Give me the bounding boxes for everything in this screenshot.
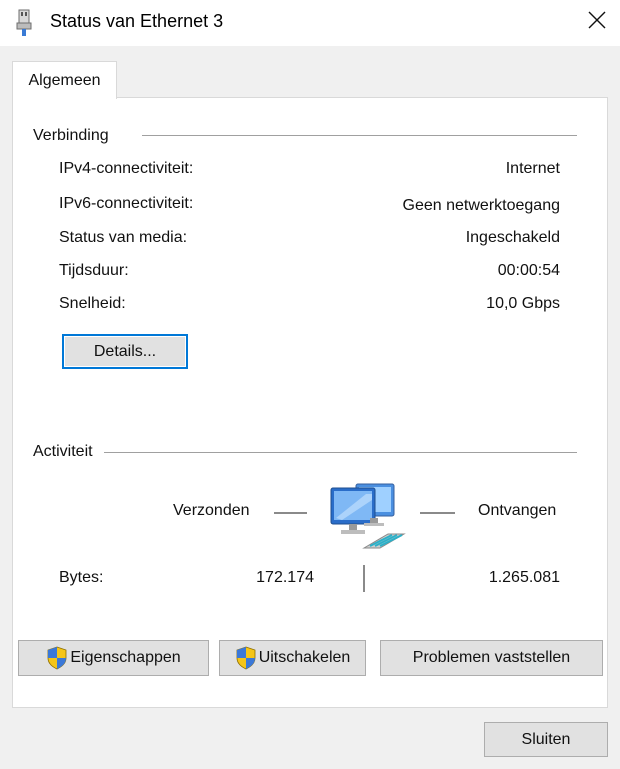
details-button[interactable]: Details...: [62, 334, 188, 369]
speed-label: Snelheid:: [59, 295, 126, 312]
properties-button-label: Eigenschappen: [70, 649, 181, 666]
network-computers-icon: [328, 478, 412, 558]
disable-button-label: Uitschakelen: [258, 649, 351, 666]
title-bar: Status van Ethernet 3: [0, 0, 620, 46]
bytes-separator: [363, 565, 365, 592]
close-window-button[interactable]: [574, 0, 620, 44]
properties-button[interactable]: Eigenschappen: [18, 640, 209, 676]
connection-group-divider: [142, 135, 577, 136]
sent-dash: [274, 512, 307, 514]
uac-shield-icon: [235, 646, 257, 670]
uac-shield-icon: [46, 646, 68, 670]
ipv4-label: IPv4-connectiviteit:: [59, 160, 194, 177]
window-title: Status van Ethernet 3: [50, 11, 224, 31]
network-adapter-icon: [14, 9, 34, 37]
speed-value: 10,0 Gbps: [486, 295, 560, 312]
bytes-received-value: 1.265.081: [488, 569, 560, 586]
received-dash: [420, 512, 455, 514]
diagnose-button[interactable]: Problemen vaststellen: [380, 640, 603, 676]
media-status-label: Status van media:: [59, 229, 188, 246]
activity-group-divider: [104, 452, 577, 453]
ipv4-value: Internet: [505, 160, 560, 177]
close-icon: [588, 11, 606, 34]
duration-value: 00:00:54: [497, 262, 560, 279]
close-button[interactable]: Sluiten: [484, 722, 608, 757]
bytes-sent-value: 172.174: [256, 569, 314, 586]
sent-label: Verzonden: [173, 502, 250, 519]
tab-algemeen[interactable]: Algemeen: [12, 61, 117, 99]
tab-panel-algemeen: [12, 97, 608, 708]
received-label: Ontvangen: [478, 502, 557, 519]
disable-button[interactable]: Uitschakelen: [219, 640, 366, 676]
duration-label: Tijdsduur:: [59, 262, 129, 279]
bytes-label: Bytes:: [59, 569, 104, 586]
ipv6-value: Geen netwerktoegang: [402, 197, 560, 214]
media-status-value: Ingeschakeld: [465, 229, 560, 246]
activity-group-title: Activiteit: [33, 443, 95, 461]
connection-group-title: Verbinding: [33, 127, 115, 145]
ipv6-label: IPv6-connectiviteit:: [59, 195, 194, 212]
